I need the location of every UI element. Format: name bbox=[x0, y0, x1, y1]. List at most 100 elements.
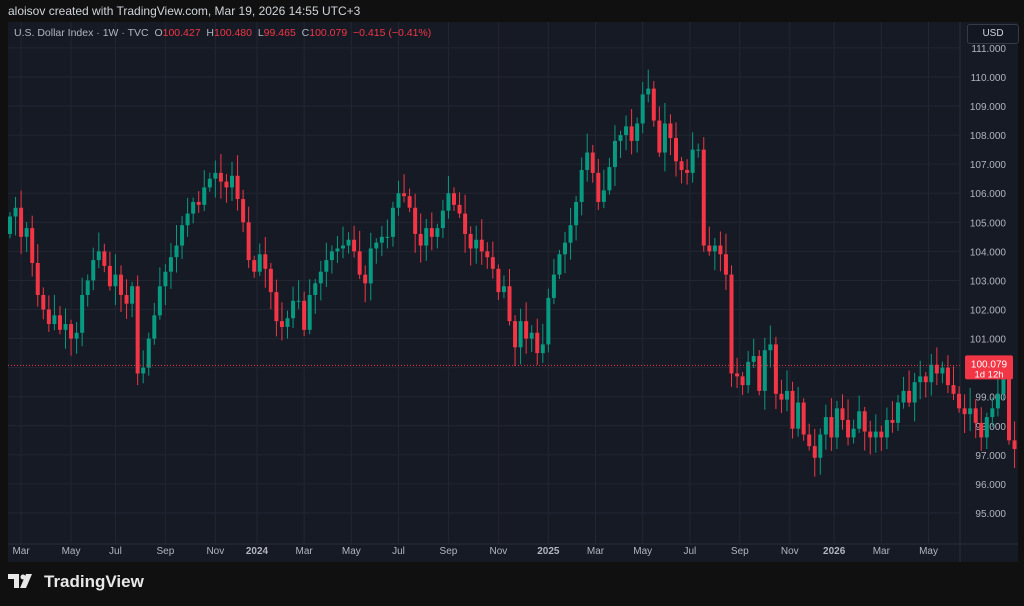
candle-body bbox=[657, 120, 662, 153]
candle-body bbox=[973, 408, 978, 423]
candle-body bbox=[102, 251, 107, 266]
candle-body bbox=[934, 364, 939, 374]
x-tick-label: May bbox=[633, 546, 652, 557]
candle-body bbox=[812, 446, 817, 458]
candle-body bbox=[535, 332, 540, 354]
candle-body bbox=[135, 286, 140, 374]
candle-body bbox=[646, 88, 651, 95]
candle-body bbox=[429, 228, 434, 237]
candle-body bbox=[196, 201, 201, 205]
candle-body bbox=[995, 393, 1000, 409]
high-value: 100.480 bbox=[214, 27, 252, 39]
y-tick-label: 105.000 bbox=[970, 218, 1007, 229]
x-tick-label: Nov bbox=[206, 546, 224, 557]
x-tick-label: Nov bbox=[781, 546, 799, 557]
candle-body bbox=[418, 233, 423, 246]
candle-body bbox=[124, 294, 129, 304]
candle-body bbox=[507, 286, 512, 322]
candle-body bbox=[801, 402, 806, 435]
candle-body bbox=[557, 254, 562, 275]
candle-body bbox=[990, 408, 995, 418]
low-value: 99.465 bbox=[263, 27, 296, 39]
candle-body bbox=[685, 169, 690, 173]
candle-body bbox=[840, 408, 845, 420]
candle-body bbox=[957, 393, 962, 409]
y-tick-label: 103.000 bbox=[970, 276, 1007, 287]
candle-body bbox=[202, 187, 207, 205]
candle-body bbox=[574, 201, 579, 226]
candle-body bbox=[96, 251, 101, 261]
candle-body bbox=[407, 196, 412, 208]
y-tick-label: 104.000 bbox=[970, 247, 1007, 258]
candle-body bbox=[629, 126, 634, 141]
candle-body bbox=[263, 254, 268, 269]
candle-body bbox=[157, 286, 162, 316]
candle-body bbox=[313, 283, 318, 295]
candle-body bbox=[474, 239, 479, 249]
candle-body bbox=[207, 178, 212, 188]
candle-body bbox=[318, 271, 323, 284]
chart-area[interactable]: 95.00096.00097.00098.00099.000100.000101… bbox=[8, 22, 1018, 562]
candle-body bbox=[413, 207, 418, 234]
candle-body bbox=[785, 390, 789, 400]
candle-body bbox=[329, 251, 334, 261]
candle-body bbox=[735, 373, 740, 377]
candle-body bbox=[346, 239, 351, 246]
candle-body bbox=[341, 245, 345, 249]
candle-body bbox=[773, 344, 778, 394]
candle-body bbox=[152, 315, 157, 339]
candle-body bbox=[918, 376, 923, 383]
candle-body bbox=[352, 239, 357, 252]
y-tick-label: 109.000 bbox=[970, 102, 1007, 113]
candle-body bbox=[457, 204, 462, 214]
candle-body bbox=[729, 274, 734, 374]
candle-body bbox=[690, 149, 695, 173]
candle-body bbox=[896, 402, 900, 423]
candle-body bbox=[307, 294, 312, 330]
candle-body bbox=[674, 137, 678, 162]
candle-body bbox=[452, 193, 456, 205]
candle-body bbox=[751, 356, 756, 362]
close-value: 100.079 bbox=[309, 27, 348, 39]
candle-body bbox=[712, 245, 717, 252]
candle-body bbox=[41, 294, 46, 310]
candle-body bbox=[707, 245, 712, 252]
candle-body bbox=[424, 228, 429, 246]
candle-body bbox=[368, 248, 373, 284]
symbol-legend: U.S. Dollar Index · 1W · TVC O100.427 H1… bbox=[14, 27, 431, 39]
candle-body bbox=[513, 321, 518, 348]
candle-body bbox=[379, 236, 384, 243]
candle-body bbox=[757, 356, 762, 391]
candle-body bbox=[585, 152, 590, 170]
candle-body bbox=[762, 350, 767, 391]
candle-body bbox=[768, 344, 773, 351]
candle-body bbox=[168, 257, 173, 272]
y-tick-label: 97.000 bbox=[975, 451, 1006, 462]
candle-body bbox=[69, 324, 74, 339]
candle-body bbox=[396, 193, 401, 208]
candle-body bbox=[807, 434, 812, 447]
y-tick-label: 101.000 bbox=[970, 335, 1007, 346]
candle-body bbox=[851, 428, 856, 438]
chart-caption: aloisov created with TradingView.com, Ma… bbox=[8, 4, 361, 18]
candle-body bbox=[241, 199, 246, 223]
candle-body bbox=[163, 271, 168, 287]
candle-body bbox=[945, 367, 950, 386]
candle-body bbox=[601, 190, 606, 202]
candle-body bbox=[335, 248, 340, 252]
x-tick-label: Mar bbox=[12, 546, 30, 557]
candle-body bbox=[185, 213, 190, 226]
candle-body bbox=[912, 382, 917, 403]
candle-body bbox=[374, 242, 379, 249]
candle-body bbox=[107, 265, 112, 287]
candle-body bbox=[612, 140, 617, 168]
candle-body bbox=[862, 411, 867, 432]
tradingview-logo[interactable]: TradingView bbox=[8, 572, 144, 592]
candle-body bbox=[518, 321, 523, 348]
currency-button[interactable]: USD bbox=[967, 24, 1019, 44]
y-tick-label: 96.000 bbox=[975, 480, 1006, 491]
open-label: O bbox=[154, 27, 163, 39]
candle-body bbox=[984, 417, 989, 438]
candle-body bbox=[74, 332, 79, 339]
candlestick-chart[interactable]: 95.00096.00097.00098.00099.000100.000101… bbox=[8, 22, 1018, 562]
